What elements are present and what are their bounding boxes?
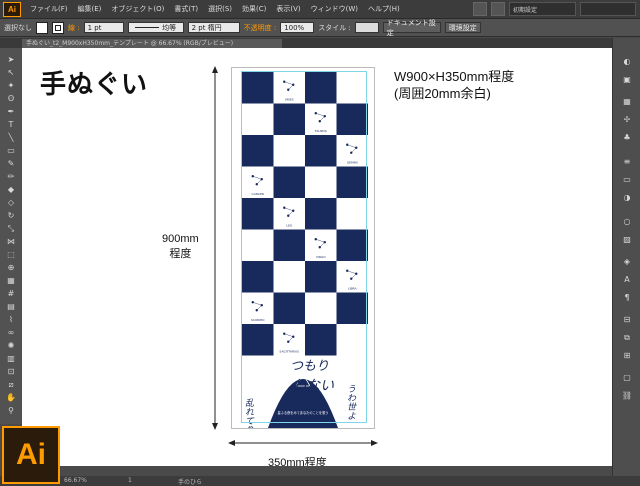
menu-type[interactable]: 書式(T) bbox=[169, 4, 203, 14]
selection-tool-icon[interactable]: ➤ bbox=[4, 54, 18, 65]
pathfinder-panel-icon[interactable]: ⧉ bbox=[620, 332, 634, 344]
workspace-switcher[interactable]: 初期設定 bbox=[509, 2, 576, 16]
direct-selection-tool-icon[interactable]: ↖ bbox=[4, 67, 18, 78]
margin-guide bbox=[241, 71, 367, 423]
magic-wand-tool-icon[interactable]: ✦ bbox=[4, 80, 18, 91]
profile-line-icon bbox=[135, 27, 160, 28]
gradient-tool-icon[interactable]: ▤ bbox=[4, 301, 18, 312]
menu-help[interactable]: ヘルプ(H) bbox=[363, 4, 405, 14]
links-panel-icon[interactable]: ⛓ bbox=[620, 390, 634, 402]
status-bar: 66.67% 1 手のひら bbox=[0, 476, 640, 486]
stroke-weight-dropdown[interactable]: 1 pt bbox=[83, 22, 124, 33]
artboard-canvas[interactable]: 手ぬぐい W900×H350mm程度 (周囲20mm余白) 900mm 程度 3… bbox=[22, 48, 612, 469]
rotate-tool-icon[interactable]: ↻ bbox=[4, 210, 18, 221]
menu-object[interactable]: オブジェクト(O) bbox=[106, 4, 169, 14]
zoom-level[interactable]: 66.67% bbox=[64, 477, 87, 484]
blob-brush-tool-icon[interactable]: ◆ bbox=[4, 184, 18, 195]
bridge-button[interactable] bbox=[473, 2, 487, 16]
character-panel-icon[interactable]: A bbox=[620, 274, 634, 286]
horizontal-scrollbar[interactable] bbox=[22, 466, 612, 476]
menu-select[interactable]: 選択(S) bbox=[203, 4, 237, 14]
menu-file[interactable]: ファイル(F) bbox=[25, 4, 73, 14]
swatches-panel-icon[interactable]: ▦ bbox=[620, 96, 634, 108]
graphic-styles-panel-icon[interactable]: ▨ bbox=[620, 234, 634, 246]
paragraph-panel-icon[interactable]: ¶ bbox=[620, 292, 634, 304]
perspective-grid-tool-icon[interactable]: ▦ bbox=[4, 275, 18, 286]
slice-tool-icon[interactable]: ⧄ bbox=[4, 379, 18, 390]
menu-effect[interactable]: 効果(C) bbox=[237, 4, 271, 14]
brush-definition-dropdown[interactable]: 2 pt 楕円 bbox=[187, 22, 240, 33]
width-dimension-arrow bbox=[228, 440, 378, 446]
help-search-input[interactable] bbox=[580, 2, 636, 16]
tools-panel: ➤ ↖ ✦ ʘ ✒ T ╲ ▭ ✎ ✏ ◆ ◇ ↻ ⤡ ⋈ ⬚ ⊕ ▦ # ▤ … bbox=[0, 48, 23, 424]
arrange-documents-button[interactable] bbox=[491, 2, 505, 16]
document-tab-bar: 手ぬぐい_t2_M900xH350mm_テンプレート @ 66.67% (RGB… bbox=[0, 38, 640, 48]
current-tool-status[interactable]: 手のひら bbox=[178, 477, 202, 486]
type-tool-icon[interactable]: T bbox=[4, 119, 18, 130]
menu-view[interactable]: 表示(V) bbox=[271, 4, 305, 14]
free-transform-tool-icon[interactable]: ⬚ bbox=[4, 249, 18, 260]
graphic-style-dropdown[interactable] bbox=[354, 22, 379, 33]
selection-status: 選択なし bbox=[4, 23, 32, 32]
panel-dock: ◐ ▣ ▦ ✢ ♣ ≡ ▭ ◑ ○ ▨ ◈ A ¶ ⊟ ⧉ ⊞ ▢ ⛓ bbox=[612, 38, 640, 478]
rectangle-tool-icon[interactable]: ▭ bbox=[4, 145, 18, 156]
width-tool-icon[interactable]: ⋈ bbox=[4, 236, 18, 247]
paintbrush-tool-icon[interactable]: ✎ bbox=[4, 158, 18, 169]
preferences-button[interactable]: 環境設定 bbox=[444, 22, 481, 33]
illustrator-logo-icon: Ai bbox=[2, 426, 60, 484]
height-label-line2: 程度 bbox=[169, 248, 192, 260]
transparency-panel-icon[interactable]: ◑ bbox=[620, 192, 634, 204]
blend-tool-icon[interactable]: ∞ bbox=[4, 327, 18, 338]
document-tab[interactable]: 手ぬぐい_t2_M900xH350mm_テンプレート @ 66.67% (RGB… bbox=[22, 39, 282, 48]
artboard-tool-icon[interactable]: ⊡ bbox=[4, 366, 18, 377]
align-panel-icon[interactable]: ⊟ bbox=[620, 314, 634, 326]
menu-edit[interactable]: 編集(E) bbox=[73, 4, 107, 14]
hand-tool-icon[interactable]: ✋ bbox=[4, 392, 18, 403]
color-guide-panel-icon[interactable]: ▣ bbox=[620, 74, 634, 86]
eraser-tool-icon[interactable]: ◇ bbox=[4, 197, 18, 208]
document-setup-button[interactable]: ドキュメント設定 bbox=[382, 19, 441, 37]
stroke-swatch[interactable] bbox=[52, 21, 64, 34]
app-logo-icon: Ai bbox=[3, 1, 21, 17]
artboards-panel-icon[interactable]: ▢ bbox=[620, 372, 634, 384]
variable-width-profile-dropdown[interactable]: 均等 bbox=[127, 22, 184, 33]
height-label: 900mm 程度 bbox=[162, 232, 199, 262]
lasso-tool-icon[interactable]: ʘ bbox=[4, 93, 18, 104]
artboard-navigation[interactable]: 1 bbox=[128, 477, 132, 484]
fill-swatch[interactable] bbox=[36, 21, 48, 34]
stroke-label: 線 : bbox=[68, 23, 80, 32]
opacity-input[interactable]: 100% bbox=[280, 22, 315, 33]
pen-tool-icon[interactable]: ✒ bbox=[4, 106, 18, 117]
artboard-title: 手ぬぐい bbox=[40, 70, 149, 100]
color-panel-icon[interactable]: ◐ bbox=[620, 56, 634, 68]
size-spec-line2: (周囲20mm余白) bbox=[394, 86, 491, 101]
eyedropper-tool-icon[interactable]: ⌇ bbox=[4, 314, 18, 325]
column-graph-tool-icon[interactable]: ▥ bbox=[4, 353, 18, 364]
brushes-panel-icon[interactable]: ✢ bbox=[620, 114, 634, 126]
mesh-tool-icon[interactable]: # bbox=[4, 288, 18, 299]
style-label: スタイル : bbox=[318, 23, 351, 32]
opacity-label[interactable]: 不透明度 : bbox=[244, 23, 277, 33]
gradient-panel-icon[interactable]: ▭ bbox=[620, 174, 634, 186]
control-bar: 選択なし 線 : 1 pt 均等 2 pt 楕円 不透明度 : 100% スタイ… bbox=[0, 19, 640, 37]
transform-panel-icon[interactable]: ⊞ bbox=[620, 350, 634, 362]
height-dimension-arrow bbox=[212, 66, 218, 430]
menu-bar: Ai ファイル(F) 編集(E) オブジェクト(O) 書式(T) 選択(S) 効… bbox=[0, 0, 640, 19]
stroke-panel-icon[interactable]: ≡ bbox=[620, 156, 634, 168]
height-label-line1: 900mm bbox=[162, 233, 199, 245]
shape-builder-tool-icon[interactable]: ⊕ bbox=[4, 262, 18, 273]
appearance-panel-icon[interactable]: ○ bbox=[620, 216, 634, 228]
pencil-tool-icon[interactable]: ✏ bbox=[4, 171, 18, 182]
size-spec: W900×H350mm程度 (周囲20mm余白) bbox=[394, 68, 514, 102]
layers-panel-icon[interactable]: ◈ bbox=[620, 256, 634, 268]
menu-window[interactable]: ウィンドウ(W) bbox=[306, 4, 363, 14]
symbol-sprayer-tool-icon[interactable]: ✺ bbox=[4, 340, 18, 351]
symbols-panel-icon[interactable]: ♣ bbox=[620, 132, 634, 144]
line-tool-icon[interactable]: ╲ bbox=[4, 132, 18, 143]
scale-tool-icon[interactable]: ⤡ bbox=[4, 223, 18, 234]
profile-label: 均等 bbox=[162, 23, 177, 32]
size-spec-line1: W900×H350mm程度 bbox=[394, 69, 515, 84]
zoom-tool-icon[interactable]: ⚲ bbox=[4, 405, 18, 416]
